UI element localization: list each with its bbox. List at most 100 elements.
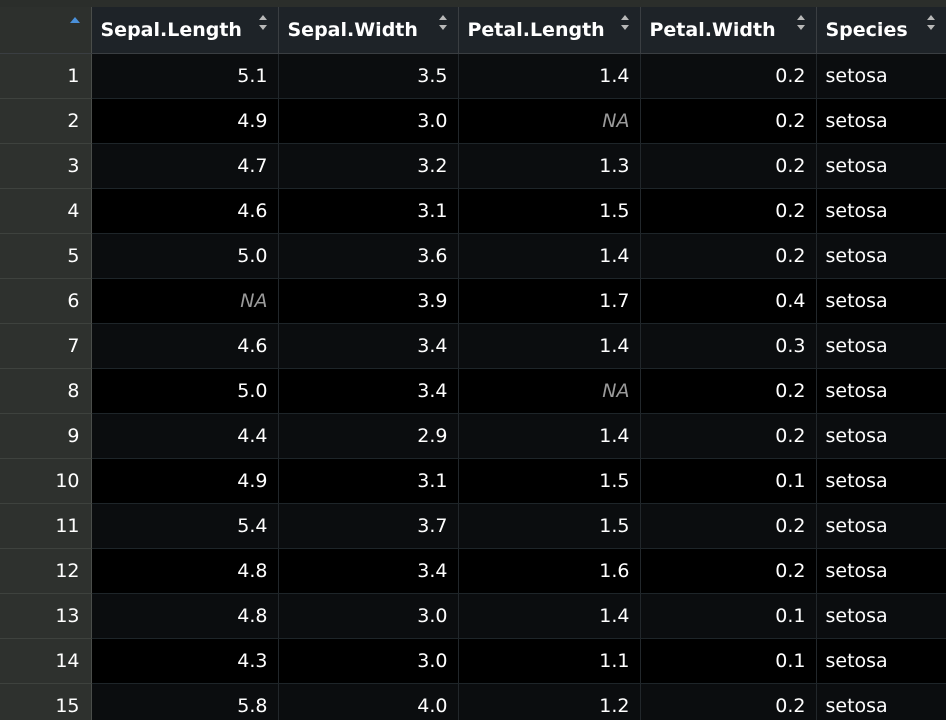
table-row[interactable]: 10 4.9 3.1 1.5 0.1 setosa xyxy=(0,458,946,504)
table-cell[interactable]: 3.7 xyxy=(278,503,459,549)
table-cell[interactable]: 1.4 xyxy=(458,413,641,459)
table-cell[interactable]: 0.2 xyxy=(640,548,817,594)
table-cell[interactable]: NA xyxy=(91,278,279,324)
table-cell[interactable]: 1.5 xyxy=(458,503,641,549)
table-cell[interactable]: 2.9 xyxy=(278,413,459,459)
sort-icon[interactable] xyxy=(258,13,268,33)
table-cell[interactable]: 0.2 xyxy=(640,143,817,189)
table-cell[interactable]: 3.1 xyxy=(278,188,459,234)
table-cell[interactable]: setosa xyxy=(816,53,946,99)
table-cell[interactable]: 1.7 xyxy=(458,278,641,324)
table-row[interactable]: 9 4.4 2.9 1.4 0.2 setosa xyxy=(0,413,946,459)
table-cell[interactable]: setosa xyxy=(816,548,946,594)
table-cell[interactable]: 0.2 xyxy=(640,188,817,234)
table-cell[interactable]: 1.4 xyxy=(458,593,641,639)
table-row[interactable]: 14 4.3 3.0 1.1 0.1 setosa xyxy=(0,638,946,684)
table-cell[interactable]: 0.2 xyxy=(640,368,817,414)
sort-icon[interactable] xyxy=(438,13,448,33)
table-cell[interactable]: 3.2 xyxy=(278,143,459,189)
table-cell[interactable]: 4.9 xyxy=(91,98,279,144)
table-cell[interactable]: 1.5 xyxy=(458,458,641,504)
table-cell[interactable]: 1.4 xyxy=(458,53,641,99)
table-row[interactable]: 13 4.8 3.0 1.4 0.1 setosa xyxy=(0,593,946,639)
table-cell[interactable]: setosa xyxy=(816,503,946,549)
table-cell[interactable]: 0.2 xyxy=(640,413,817,459)
table-cell[interactable]: 4.0 xyxy=(278,683,459,720)
column-header-sepal-length[interactable]: Sepal.Length xyxy=(91,7,279,54)
table-cell[interactable]: 1.4 xyxy=(458,323,641,369)
table-row[interactable]: 15 5.8 4.0 1.2 0.2 setosa xyxy=(0,683,946,720)
table-cell[interactable]: 3.9 xyxy=(278,278,459,324)
table-cell[interactable]: 0.2 xyxy=(640,53,817,99)
table-cell[interactable]: 3.4 xyxy=(278,323,459,369)
table-cell[interactable]: 1.4 xyxy=(458,233,641,279)
table-row[interactable]: 6 NA 3.9 1.7 0.4 setosa xyxy=(0,278,946,324)
table-cell[interactable]: NA xyxy=(458,368,641,414)
table-cell[interactable]: 1.3 xyxy=(458,143,641,189)
table-cell[interactable]: 0.2 xyxy=(640,683,817,720)
table-cell[interactable]: setosa xyxy=(816,458,946,504)
table-row[interactable]: 12 4.8 3.4 1.6 0.2 setosa xyxy=(0,548,946,594)
table-cell[interactable]: NA xyxy=(458,98,641,144)
table-cell[interactable]: setosa xyxy=(816,143,946,189)
sort-icon[interactable] xyxy=(926,13,936,33)
table-cell[interactable]: 5.1 xyxy=(91,53,279,99)
table-cell[interactable]: 5.4 xyxy=(91,503,279,549)
table-cell[interactable]: 0.2 xyxy=(640,503,817,549)
table-row[interactable]: 11 5.4 3.7 1.5 0.2 setosa xyxy=(0,503,946,549)
table-cell[interactable]: setosa xyxy=(816,683,946,720)
column-header-petal-length[interactable]: Petal.Length xyxy=(458,7,641,54)
table-cell[interactable]: 0.1 xyxy=(640,638,817,684)
table-cell[interactable]: 0.1 xyxy=(640,458,817,504)
table-cell[interactable]: 1.1 xyxy=(458,638,641,684)
table-cell[interactable]: 4.6 xyxy=(91,323,279,369)
table-cell[interactable]: setosa xyxy=(816,278,946,324)
table-row[interactable]: 8 5.0 3.4 NA 0.2 setosa xyxy=(0,368,946,414)
table-cell[interactable]: 4.3 xyxy=(91,638,279,684)
table-cell[interactable]: setosa xyxy=(816,98,946,144)
table-row[interactable]: 7 4.6 3.4 1.4 0.3 setosa xyxy=(0,323,946,369)
table-cell[interactable]: 0.1 xyxy=(640,593,817,639)
table-cell[interactable]: 5.0 xyxy=(91,368,279,414)
column-header-species[interactable]: Species xyxy=(816,7,946,54)
table-cell[interactable]: 3.4 xyxy=(278,368,459,414)
table-cell[interactable]: 4.7 xyxy=(91,143,279,189)
table-cell[interactable]: 4.8 xyxy=(91,593,279,639)
sort-icon[interactable] xyxy=(620,13,630,33)
table-cell[interactable]: 3.6 xyxy=(278,233,459,279)
column-header-sepal-width[interactable]: Sepal.Width xyxy=(278,7,459,54)
table-cell[interactable]: setosa xyxy=(816,368,946,414)
table-cell[interactable]: setosa xyxy=(816,323,946,369)
table-cell[interactable]: 1.6 xyxy=(458,548,641,594)
column-header-petal-width[interactable]: Petal.Width xyxy=(640,7,817,54)
table-cell[interactable]: 3.0 xyxy=(278,593,459,639)
table-cell[interactable]: 3.0 xyxy=(278,638,459,684)
table-cell[interactable]: 4.6 xyxy=(91,188,279,234)
sort-ascending-icon[interactable] xyxy=(69,15,81,25)
table-cell[interactable]: 4.8 xyxy=(91,548,279,594)
table-cell[interactable]: 1.5 xyxy=(458,188,641,234)
table-cell[interactable]: 5.0 xyxy=(91,233,279,279)
table-row[interactable]: 3 4.7 3.2 1.3 0.2 setosa xyxy=(0,143,946,189)
table-cell[interactable]: 4.9 xyxy=(91,458,279,504)
table-row[interactable]: 2 4.9 3.0 NA 0.2 setosa xyxy=(0,98,946,144)
table-row[interactable]: 4 4.6 3.1 1.5 0.2 setosa xyxy=(0,188,946,234)
table-cell[interactable]: 1.2 xyxy=(458,683,641,720)
table-row[interactable]: 5 5.0 3.6 1.4 0.2 setosa xyxy=(0,233,946,279)
table-row[interactable]: 1 5.1 3.5 1.4 0.2 setosa xyxy=(0,53,946,99)
table-cell[interactable]: 3.0 xyxy=(278,98,459,144)
table-cell[interactable]: 4.4 xyxy=(91,413,279,459)
table-cell[interactable]: setosa xyxy=(816,413,946,459)
sort-icon[interactable] xyxy=(796,13,806,33)
table-cell[interactable]: 5.8 xyxy=(91,683,279,720)
table-cell[interactable]: setosa xyxy=(816,233,946,279)
table-cell[interactable]: setosa xyxy=(816,593,946,639)
table-cell[interactable]: 3.4 xyxy=(278,548,459,594)
rowname-column-header[interactable] xyxy=(0,7,92,54)
table-cell[interactable]: 0.2 xyxy=(640,98,817,144)
table-cell[interactable]: 0.2 xyxy=(640,233,817,279)
table-cell[interactable]: 0.4 xyxy=(640,278,817,324)
table-cell[interactable]: 0.3 xyxy=(640,323,817,369)
table-cell[interactable]: setosa xyxy=(816,638,946,684)
table-cell[interactable]: setosa xyxy=(816,188,946,234)
